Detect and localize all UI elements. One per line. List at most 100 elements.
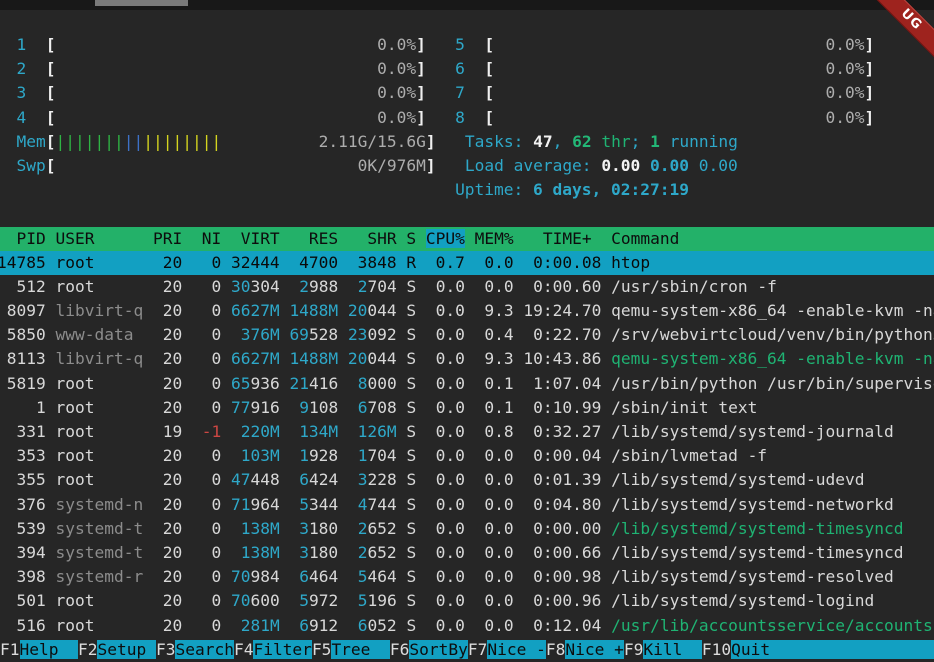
memsize-low-digits: 464: [367, 567, 396, 586]
column-header-pri[interactable]: PRI: [153, 229, 182, 248]
cell-command: /usr/bin/python /usr/bin/superviso: [611, 374, 934, 393]
memsize-low-digits: 708: [367, 398, 396, 417]
meter-close-bracket: ]: [416, 83, 426, 102]
fkey-f3[interactable]: F3Search: [156, 640, 234, 659]
fkey-f4[interactable]: F4Filter: [234, 640, 312, 659]
process-row-1[interactable]: 1 root 20 0 77916 9108 6708 S 0.0 0.1 0:…: [0, 396, 934, 420]
cell-cpu: 0.0: [426, 616, 465, 635]
memsize-value: 134M: [299, 422, 338, 441]
column-header-ni[interactable]: NI: [192, 229, 221, 248]
process-row-8097[interactable]: 8097 libvirt-q 20 0 6627M 1488M 20044 S …: [0, 299, 934, 323]
cell-time: 19:24.70: [523, 301, 601, 320]
cpu-meter-5: 5 [ 0.0%]: [436, 35, 875, 54]
cell-ni: 0: [192, 543, 221, 562]
column-header-pid[interactable]: PID: [0, 229, 46, 248]
process-row-8113[interactable]: 8113 libvirt-q 20 0 6627M 1488M 20044 S …: [0, 347, 934, 371]
cell-virt: 281M: [231, 616, 280, 635]
memsize-high-digits: 9: [299, 398, 309, 417]
process-row-539[interactable]: 539 systemd-t 20 0 138M 3180 2652 S 0.0 …: [0, 517, 934, 541]
swap-value: 0K/976M: [358, 156, 426, 175]
fkey-f5[interactable]: F5Tree: [312, 640, 390, 659]
fkey-f8[interactable]: F8Nice +: [546, 640, 624, 659]
process-row-376[interactable]: 376 systemd-n 20 0 71964 5344 4744 S 0.0…: [0, 493, 934, 517]
cell-user: www-data: [55, 325, 143, 344]
column-header-mem[interactable]: MEM%: [475, 229, 514, 248]
cell-virt: 70600: [231, 591, 280, 610]
cell-state: R: [406, 253, 416, 272]
column-header-s[interactable]: S: [406, 229, 416, 248]
fkey-key-label: F8: [546, 640, 566, 659]
cell-mem: 0.0: [475, 446, 514, 465]
cell-user: systemd-n: [55, 495, 143, 514]
cell-time: 1:07.04: [523, 374, 601, 393]
meter-close-bracket: ]: [426, 156, 436, 175]
process-row-355[interactable]: 355 root 20 0 47448 6424 3228 S 0.0 0.0 …: [0, 468, 934, 492]
process-row-512[interactable]: 512 root 20 0 30304 2988 2704 S 0.0 0.0 …: [0, 275, 934, 299]
cell-user: systemd-t: [55, 519, 143, 538]
cell-res: 6464: [289, 567, 338, 586]
memsize-low-digits: 916: [250, 398, 279, 417]
cpu-meter-7: 7 [ 0.0%]: [436, 83, 875, 102]
memsize-low-digits: 052: [367, 616, 396, 635]
fkey-f2[interactable]: F2Setup: [78, 640, 156, 659]
cpu-meter-8: 8 [ 0.0%]: [436, 108, 875, 127]
load-label: Load average:: [465, 156, 601, 175]
cell-pri: 19: [153, 422, 182, 441]
tasks-separator: ,: [553, 132, 573, 151]
cpu-meter-row-3: 3 [ 0.0%] 7 [ 0.0%]: [0, 81, 934, 105]
fkey-action-label: Setup: [97, 640, 155, 659]
process-row-331[interactable]: 331 root 19 -1 220M 134M 126M S 0.0 0.8 …: [0, 420, 934, 444]
memsize-low-digits: 424: [309, 470, 338, 489]
cell-virt: 47448: [231, 470, 280, 489]
cell-res: 134M: [289, 422, 338, 441]
column-header-shr[interactable]: SHR: [348, 229, 397, 248]
fkey-f6[interactable]: F6SortBy: [390, 640, 468, 659]
meter-open-bracket: [: [46, 83, 56, 102]
process-row-14785[interactable]: 14785 root 20 0 32444 4700 3848 R 0.7 0.…: [0, 251, 934, 275]
mem-bar-cache: ||||||||: [143, 132, 221, 151]
column-header-time[interactable]: TIME+: [523, 229, 601, 248]
cell-mem: 0.0: [475, 253, 514, 272]
tasks-separator: ;: [631, 132, 651, 151]
process-row-516[interactable]: 516 root 20 0 281M 6912 6052 S 0.0 0.0 0…: [0, 614, 934, 638]
process-row-394[interactable]: 394 systemd-t 20 0 138M 3180 2652 S 0.0 …: [0, 541, 934, 565]
cell-res: 9108: [289, 398, 338, 417]
column-header-res[interactable]: RES: [289, 229, 338, 248]
memsize-value: 1488M: [289, 301, 338, 320]
cell-state: S: [406, 470, 416, 489]
cpu-percent-value: 0.0%: [825, 59, 864, 78]
column-header-user[interactable]: USER: [55, 229, 143, 248]
cell-mem: 0.0: [475, 495, 514, 514]
process-row-5819[interactable]: 5819 root 20 0 65936 21416 8000 S 0.0 0.…: [0, 372, 934, 396]
memsize-low-digits: 180: [309, 519, 338, 538]
fkey-key-label: F2: [78, 640, 98, 659]
function-key-bar: F1Help F2Setup F3SearchF4FilterF5Tree F6…: [0, 638, 934, 662]
column-header-cpu-sort[interactable]: CPU%: [426, 229, 465, 248]
process-row-353[interactable]: 353 root 20 0 103M 1928 1704 S 0.0 0.0 0…: [0, 444, 934, 468]
fkey-f10[interactable]: F10Quit: [702, 640, 934, 659]
running-label: running: [660, 132, 738, 151]
column-header-virt[interactable]: VIRT: [231, 229, 280, 248]
cell-pid: 376: [0, 495, 46, 514]
fkey-f7[interactable]: F7Nice -: [468, 640, 546, 659]
threads-label: thr: [592, 132, 631, 151]
process-row-501[interactable]: 501 root 20 0 70600 5972 5196 S 0.0 0.0 …: [0, 589, 934, 613]
fkey-f9[interactable]: F9Kill: [624, 640, 702, 659]
cell-user: root: [55, 422, 143, 441]
process-row-5850[interactable]: 5850 www-data 20 0 376M 69528 23092 S 0.…: [0, 323, 934, 347]
cell-virt: 71964: [231, 495, 280, 514]
column-header-command[interactable]: Command: [611, 229, 679, 248]
cell-virt: 103M: [231, 446, 280, 465]
cpu-percent-value: 0.0%: [377, 59, 416, 78]
memsize-high-digits: 5: [299, 495, 309, 514]
tasks-count: 47: [533, 132, 553, 151]
cell-pri: 20: [153, 253, 182, 272]
cell-pid: 14785: [0, 253, 46, 272]
cpu-meter-row-1: 1 [ 0.0%] 5 [ 0.0%]: [0, 33, 934, 57]
cell-virt: 32444: [231, 253, 280, 272]
fkey-action-label: Nice -: [487, 640, 545, 659]
cell-mem: 0.1: [475, 398, 514, 417]
fkey-f1[interactable]: F1Help: [0, 640, 78, 659]
window-tab[interactable]: [95, 0, 188, 6]
process-row-398[interactable]: 398 systemd-r 20 0 70984 6464 5464 S 0.0…: [0, 565, 934, 589]
